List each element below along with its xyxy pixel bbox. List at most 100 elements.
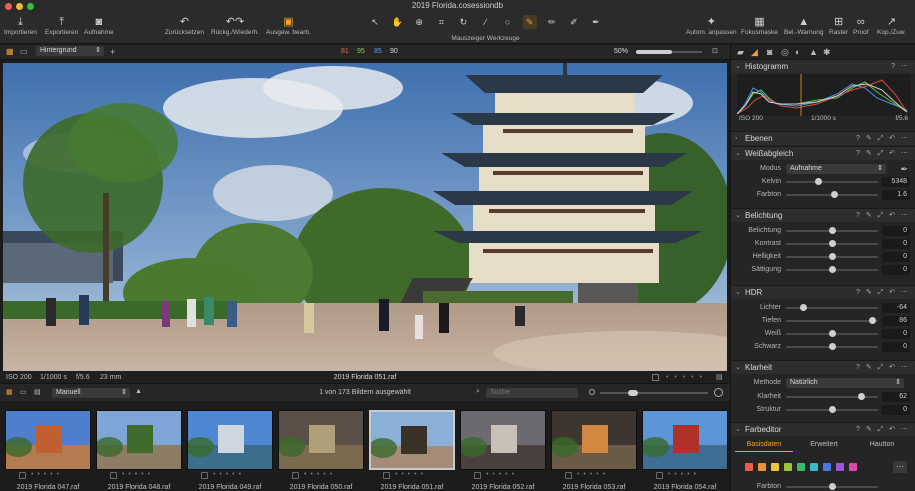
hdr-value-field[interactable]: 0 bbox=[882, 329, 910, 339]
capture-tab-icon[interactable]: ◙ bbox=[767, 46, 772, 58]
thumbnail-rating[interactable]: • • • • • bbox=[668, 471, 697, 478]
exposure-value-field[interactable]: 0 bbox=[882, 226, 910, 236]
crop-tool-icon[interactable]: ⌗ bbox=[434, 15, 448, 29]
section-actions-icon[interactable]: ? ✎ ⤢ ↶ ⋯ bbox=[856, 361, 910, 375]
hdr-slider[interactable] bbox=[786, 330, 878, 337]
wb-slider-knob[interactable] bbox=[830, 191, 838, 198]
exposure-slider-knob[interactable] bbox=[829, 266, 836, 273]
thumbnail[interactable] bbox=[278, 410, 364, 470]
exposure-slider[interactable] bbox=[786, 266, 878, 273]
exposure-value-field[interactable]: 0 bbox=[882, 239, 910, 249]
exposure-value-field[interactable]: 0 bbox=[882, 265, 910, 275]
gradient-tool-icon[interactable]: ✐ bbox=[567, 15, 581, 29]
thumbnail[interactable] bbox=[96, 410, 182, 470]
pan-tool-icon[interactable]: ✋ bbox=[390, 15, 404, 29]
eyedropper-icon[interactable]: ✒ bbox=[900, 163, 908, 175]
metadata-tab-icon[interactable]: ✱ bbox=[823, 46, 831, 58]
hdr-value-field[interactable]: -64 bbox=[882, 303, 910, 313]
thumbnail-rating[interactable]: • • • • • bbox=[395, 471, 424, 478]
thumbnail-checkbox[interactable] bbox=[656, 472, 663, 479]
lens-tab-icon[interactable]: ◎ bbox=[781, 46, 789, 58]
clarity-value-field[interactable]: 62 bbox=[882, 392, 910, 402]
thumbnail[interactable] bbox=[642, 410, 728, 470]
copy-apply-button[interactable]: ↗ Kop./Zuw. bbox=[877, 15, 906, 36]
grid-view-icon[interactable]: ▦ bbox=[6, 46, 14, 58]
section-actions-icon[interactable]: ? ✎ ⤢ ↶ ⋯ bbox=[856, 209, 910, 223]
ebenen-header[interactable]: › Ebenen? ✎ ⤢ ↶ ⋯ bbox=[731, 131, 915, 145]
color-swatch[interactable] bbox=[797, 463, 805, 471]
clarity-slider-knob[interactable] bbox=[829, 406, 836, 413]
thumbnail[interactable] bbox=[460, 410, 546, 470]
layer-dropdown[interactable]: Hintergrund ⇕ bbox=[36, 46, 104, 56]
hdr-value-field[interactable]: 0 bbox=[882, 342, 910, 352]
clarity-method-dropdown[interactable]: Natürlich ⇕ bbox=[786, 378, 904, 388]
wb-slider[interactable] bbox=[786, 178, 878, 185]
wb-value-field[interactable]: 5348 bbox=[882, 177, 910, 187]
hdr-slider[interactable] bbox=[786, 343, 878, 350]
copy-adjustments-button[interactable]: ▣ Ausgew. bearb. bbox=[266, 15, 311, 36]
exposure-header[interactable]: ⌄ Belichtung? ✎ ⤢ ↶ ⋯ bbox=[731, 208, 915, 222]
wb-mode-dropdown[interactable]: Aufnahme ⇕ bbox=[786, 164, 886, 174]
section-actions-icon[interactable]: ? ✎ ⤢ ↶ ⋯ bbox=[856, 132, 910, 146]
thumbnail-checkbox[interactable] bbox=[19, 472, 26, 479]
color-swatch[interactable] bbox=[784, 463, 792, 471]
thumbnail[interactable] bbox=[5, 410, 91, 470]
picker-tool-icon[interactable]: ✒ bbox=[589, 15, 603, 29]
add-layer-icon[interactable]: + bbox=[110, 46, 115, 58]
proof-button[interactable]: ∞ Proof bbox=[853, 15, 869, 36]
hdr-slider[interactable] bbox=[786, 317, 878, 324]
color-swatch[interactable] bbox=[758, 463, 766, 471]
color-tag-icon[interactable]: ▤ bbox=[716, 371, 723, 384]
color-swatch[interactable] bbox=[836, 463, 844, 471]
exposure-slider[interactable] bbox=[786, 253, 878, 260]
color-tab-icon[interactable]: ◐ bbox=[795, 46, 800, 58]
thumbnail-rating[interactable]: • • • • • bbox=[122, 471, 151, 478]
spot-removal-tool-icon[interactable]: ○ bbox=[501, 15, 515, 29]
thumbnail[interactable] bbox=[187, 410, 273, 470]
tab-erweitert[interactable]: Erweitert bbox=[795, 439, 853, 451]
wb-slider[interactable] bbox=[786, 191, 878, 198]
thumbnail-checkbox[interactable] bbox=[383, 472, 390, 479]
adjustments-tab-icon[interactable]: ◢ bbox=[751, 46, 758, 58]
zoom-window-button[interactable] bbox=[27, 3, 34, 10]
undo-redo-button[interactable]: ↶↷ Rückg./Wiederh. bbox=[211, 15, 259, 36]
image-viewer[interactable] bbox=[3, 63, 727, 371]
thumbnail[interactable] bbox=[369, 410, 455, 470]
thumbnail-checkbox[interactable] bbox=[565, 472, 572, 479]
color-swatch[interactable] bbox=[810, 463, 818, 471]
hdr-slider-knob[interactable] bbox=[799, 304, 807, 311]
import-button[interactable]: ⤓ Importieren bbox=[4, 15, 37, 36]
rating-dots[interactable]: • • • • • bbox=[666, 371, 704, 384]
hdr-slider[interactable] bbox=[786, 304, 878, 311]
select-tool-icon[interactable]: ↖ bbox=[368, 15, 382, 29]
white-balance-header[interactable]: ⌄ Weißabgleich? ✎ ⤢ ↶ ⋯ bbox=[731, 146, 915, 160]
hue-slider[interactable] bbox=[786, 483, 878, 490]
more-colors-button[interactable]: ⋯ bbox=[893, 461, 907, 473]
clarity-slider[interactable] bbox=[786, 393, 878, 400]
thumbnail-checkbox[interactable] bbox=[474, 472, 481, 479]
wb-value-field[interactable]: 1.6 bbox=[882, 190, 910, 200]
tab-hautton[interactable]: Hautton bbox=[853, 439, 911, 451]
hdr-slider-knob[interactable] bbox=[829, 343, 836, 350]
hue-slider-knob[interactable] bbox=[829, 483, 836, 490]
tab-basisdaten[interactable]: Basisdaten bbox=[735, 439, 793, 452]
thumbnail-rating[interactable]: • • • • • bbox=[213, 471, 242, 478]
thumbnail[interactable] bbox=[551, 410, 637, 470]
auto-adjust-button[interactable]: ✦ Autom. anpassen bbox=[686, 15, 737, 36]
section-actions-icon[interactable]: ? ✎ ⤢ ↶ ⋯ bbox=[856, 147, 910, 161]
thumbnail-rating[interactable]: • • • • • bbox=[304, 471, 333, 478]
minimize-window-button[interactable] bbox=[16, 3, 23, 10]
clarity-header[interactable]: ⌄ Klarheit? ✎ ⤢ ↶ ⋯ bbox=[731, 360, 915, 374]
close-window-button[interactable] bbox=[5, 3, 12, 10]
library-tab-icon[interactable]: ▰ bbox=[737, 46, 744, 58]
exposure-slider-knob[interactable] bbox=[829, 227, 836, 234]
export-button[interactable]: ⤒ Exportieren bbox=[45, 15, 78, 36]
grid-button[interactable]: ⊞ Raster bbox=[829, 15, 848, 36]
zoom-tool-icon[interactable]: ⊕ bbox=[412, 15, 426, 29]
thumbnail-rating[interactable]: • • • • • bbox=[486, 471, 515, 478]
thumbnail-rating[interactable]: • • • • • bbox=[31, 471, 60, 478]
clarity-value-field[interactable]: 0 bbox=[882, 405, 910, 415]
section-actions-icon[interactable]: ? ✎ ⤢ ↶ ⋯ bbox=[856, 423, 910, 437]
reset-button[interactable]: ↶ Zurücksetzen bbox=[165, 15, 204, 36]
thumbnail-checkbox[interactable] bbox=[292, 472, 299, 479]
